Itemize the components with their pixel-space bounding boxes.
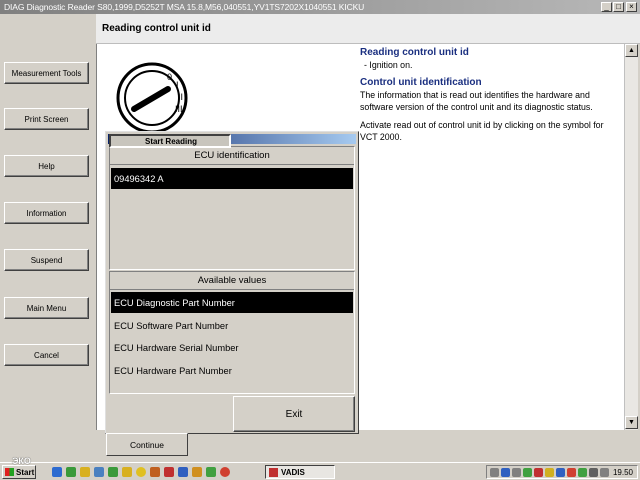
quicklaunch-icon-2[interactable] — [66, 467, 76, 477]
quicklaunch-smiley-icon[interactable] — [136, 467, 146, 477]
minimize-button[interactable]: _ — [601, 2, 612, 12]
taskbar-item-label: VADIS — [281, 467, 305, 477]
taskbar-clock: 19.50 — [612, 468, 633, 477]
info-panel: Reading control unit id - Ignition on. C… — [360, 47, 622, 143]
ecu-id-value-row[interactable]: 09496342 A — [111, 168, 353, 189]
maximize-button[interactable]: □ — [613, 2, 624, 12]
ignition-mark-1: I — [176, 80, 179, 90]
info-heading-reading: Reading control unit id — [360, 47, 469, 58]
quicklaunch-icon-10[interactable] — [178, 467, 188, 477]
page-header: Reading control unit id — [96, 14, 640, 44]
quicklaunch-icon-6[interactable] — [122, 467, 132, 477]
tray-icon-10[interactable] — [589, 468, 598, 477]
start-reading-button[interactable]: Start Reading — [109, 134, 231, 148]
quicklaunch-icon-11[interactable] — [192, 467, 202, 477]
quicklaunch-icon-8[interactable] — [150, 467, 160, 477]
scroll-up-icon[interactable]: ▲ — [625, 44, 638, 57]
ignition-mark-3: III — [175, 104, 183, 114]
tray-icon-6[interactable] — [545, 468, 554, 477]
watermark: ЭКО — [12, 456, 31, 466]
information-button[interactable]: Information — [4, 202, 89, 224]
cancel-button[interactable]: Cancel — [4, 344, 89, 366]
ignition-switch-icon[interactable]: 0 I II III — [114, 56, 194, 136]
continue-button[interactable]: Continue — [106, 433, 188, 456]
list-item[interactable]: ECU Hardware Part Number — [111, 360, 353, 381]
window-title-bar[interactable]: DIAG Diagnostic Reader S80,1999,D5252T M… — [0, 0, 640, 14]
ecu-identification-dialog: ECU identification 09496342 A Available … — [105, 131, 359, 434]
ecu-identification-box: ECU identification 09496342 A — [109, 146, 355, 270]
info-paragraph-instruction: Activate read out of control unit id by … — [360, 120, 604, 142]
tray-icon-5[interactable] — [534, 468, 543, 477]
start-label: Start — [16, 467, 35, 477]
exit-button[interactable]: Exit — [233, 396, 355, 432]
quicklaunch-icon-5[interactable] — [108, 467, 118, 477]
suspend-button[interactable]: Suspend — [4, 249, 89, 271]
info-paragraph-description: The information that is read out identif… — [360, 90, 593, 112]
list-item[interactable]: ECU Software Part Number — [111, 315, 353, 336]
ignition-mark-0: 0 — [167, 72, 172, 82]
info-heading-identification: Control unit identification — [360, 77, 482, 88]
info-bullet-ignition: - Ignition on. — [364, 60, 413, 70]
taskbar: Start VADIS 19.50 — [0, 462, 640, 480]
quicklaunch-folder-icon[interactable] — [80, 467, 90, 477]
tray-icon-7[interactable] — [556, 468, 565, 477]
page-title: Reading control unit id — [102, 23, 211, 34]
help-button[interactable]: Help — [4, 155, 89, 177]
window-title: DIAG Diagnostic Reader S80,1999,D5252T M… — [4, 2, 365, 12]
scroll-down-icon[interactable]: ▼ — [625, 416, 638, 429]
tray-icon-9[interactable] — [578, 468, 587, 477]
list-item[interactable]: ECU Hardware Serial Number — [111, 337, 353, 358]
vadis-icon — [269, 467, 278, 477]
quicklaunch-chrome-icon[interactable] — [220, 467, 230, 477]
ecu-identification-header: ECU identification — [110, 147, 354, 165]
tray-icon-1[interactable] — [490, 468, 499, 477]
available-values-box: Available values ECU Diagnostic Part Num… — [109, 271, 355, 394]
available-values-header: Available values — [110, 272, 354, 290]
close-button[interactable]: × — [626, 2, 637, 12]
print-screen-button[interactable]: Print Screen — [4, 108, 89, 130]
speaker-icon[interactable] — [600, 468, 609, 477]
system-tray: 19.50 — [486, 465, 638, 479]
start-button[interactable]: Start — [2, 465, 36, 479]
quicklaunch-icon-4[interactable] — [94, 467, 104, 477]
quicklaunch-icon-12[interactable] — [206, 467, 216, 477]
tray-icon-8[interactable] — [567, 468, 576, 477]
list-item[interactable]: ECU Diagnostic Part Number — [111, 292, 353, 313]
ignition-mark-2: II — [178, 92, 183, 102]
main-menu-button[interactable]: Main Menu — [4, 297, 89, 319]
quicklaunch-ie-icon[interactable] — [52, 467, 62, 477]
tray-icon-4[interactable] — [523, 468, 532, 477]
vertical-scrollbar[interactable]: ▲ ▼ — [624, 44, 638, 430]
measurement-tools-button[interactable]: Measurement Tools — [4, 62, 89, 84]
tray-icon-2[interactable] — [501, 468, 510, 477]
quicklaunch-icon-9[interactable] — [164, 467, 174, 477]
taskbar-item-vadis[interactable]: VADIS — [265, 465, 335, 479]
tray-icon-3[interactable] — [512, 468, 521, 477]
windows-logo-icon — [5, 468, 14, 476]
sidebar: Measurement Tools Print Screen Help Info… — [0, 14, 96, 462]
